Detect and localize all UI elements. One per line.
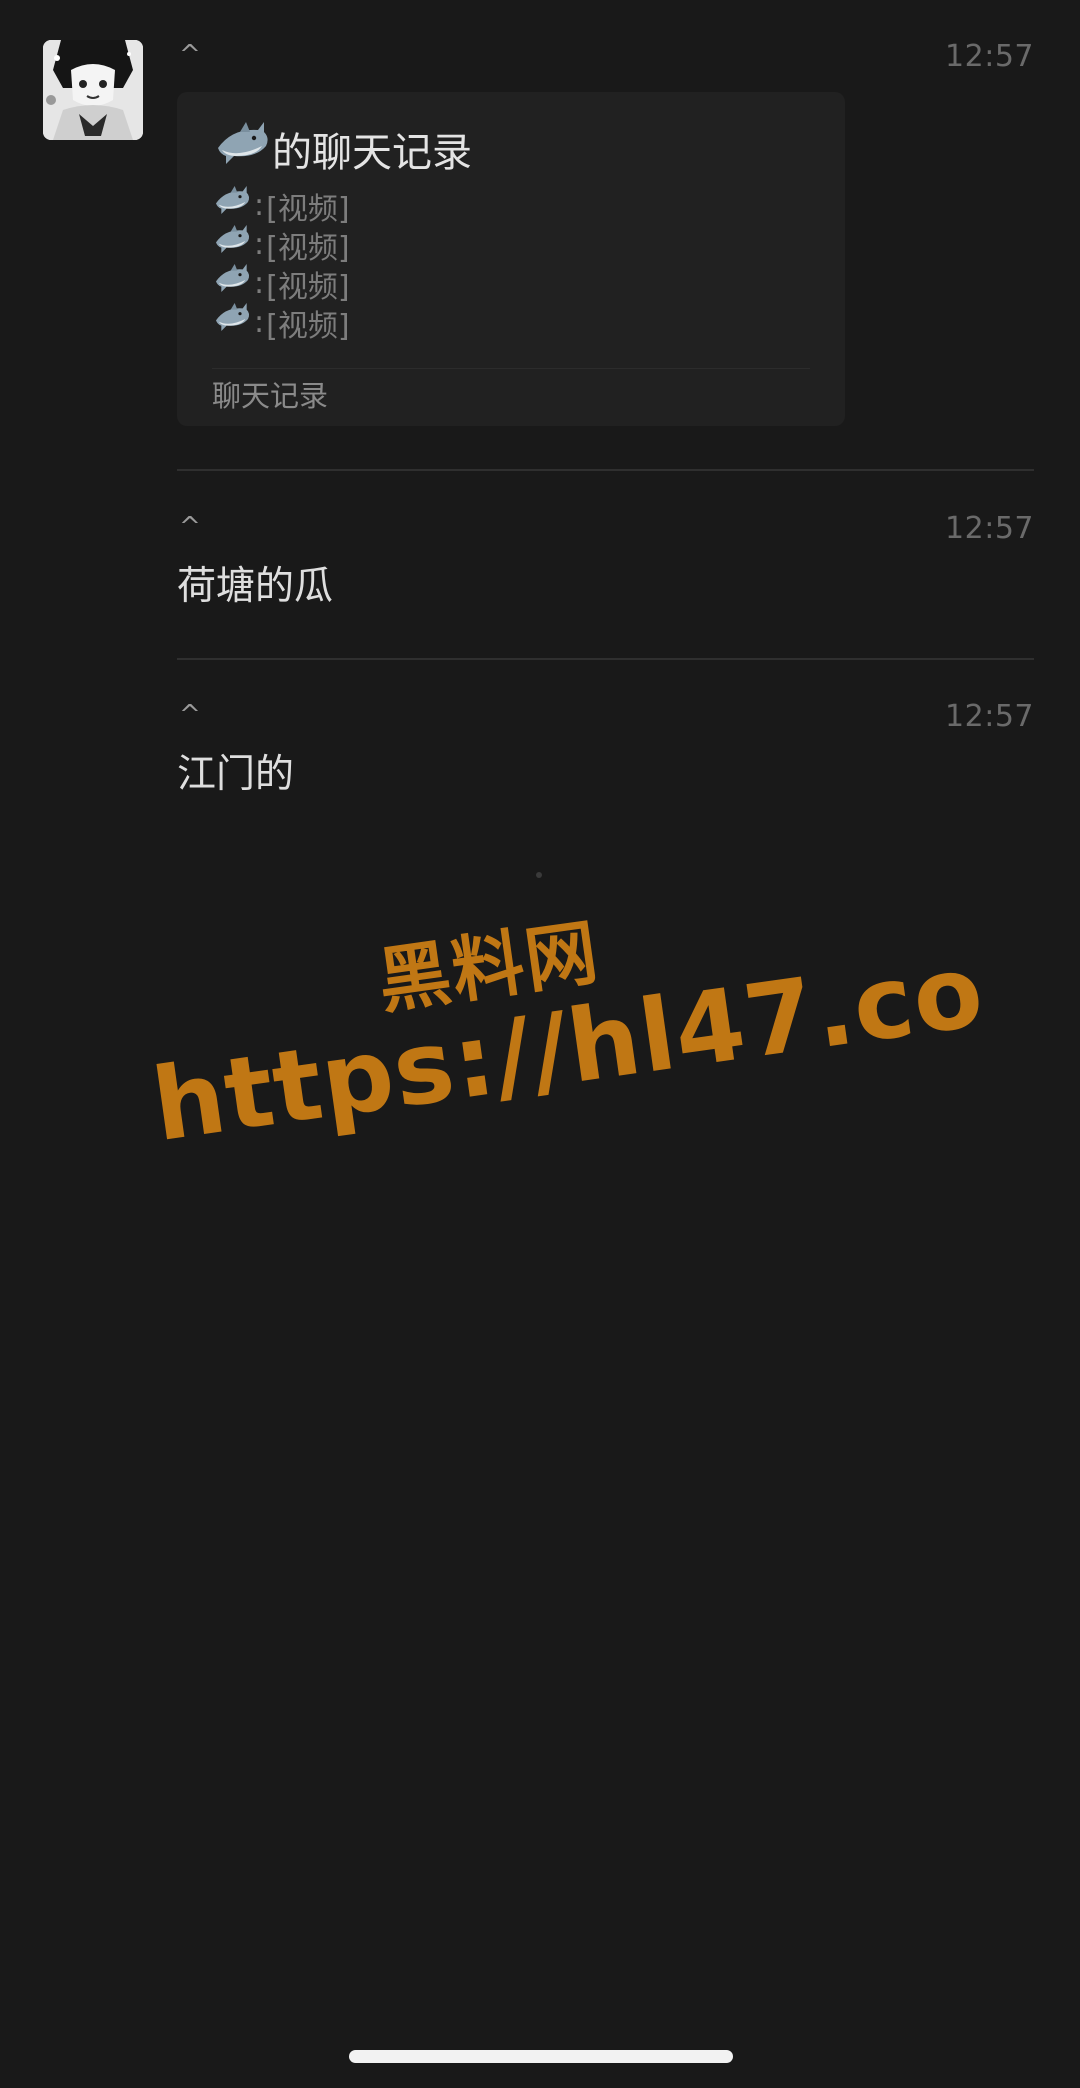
shark-icon <box>212 300 252 346</box>
message-divider <box>177 658 1034 660</box>
message-3[interactable]: ^ 12:57 江门的 <box>177 700 1034 810</box>
message-divider <box>177 469 1034 471</box>
preview-content: [视频] <box>266 308 350 344</box>
home-indicator[interactable] <box>349 2050 733 2063</box>
message-1-header: ^ 12:57 <box>177 40 1034 100</box>
separator: : <box>254 188 265 223</box>
sender-name: ^ <box>179 512 201 542</box>
card-preview-line: : [视频] <box>212 302 350 344</box>
message-time: 12:57 <box>945 39 1034 74</box>
watermark-title: 黑料网 <box>373 909 605 1024</box>
card-preview-line: : [视频] <box>212 185 350 227</box>
preview-content: [视频] <box>266 230 350 266</box>
separator: : <box>254 305 265 340</box>
separator: : <box>254 266 265 301</box>
preview-content: [视频] <box>266 191 350 227</box>
message-text: 荷塘的瓜 <box>177 564 334 609</box>
card-preview-line: : [视频] <box>212 224 350 266</box>
watermark-url: https://hl47.co <box>145 931 991 1165</box>
card-title: 的聊天记录 <box>212 118 472 187</box>
anime-avatar-icon <box>43 40 143 140</box>
message-time: 12:57 <box>945 699 1034 734</box>
sender-name: ^ <box>179 700 201 730</box>
message-2[interactable]: ^ 12:57 荷塘的瓜 <box>177 512 1034 622</box>
card-divider <box>212 368 810 369</box>
message-time: 12:57 <box>945 511 1034 546</box>
watermark: 黑料网 https://hl47.co <box>133 846 991 1254</box>
sender-name: ^ <box>179 40 201 70</box>
preview-content: [视频] <box>266 269 350 305</box>
card-preview-lines: : [视频] : [视频]: [视频]: [视频] <box>212 185 350 344</box>
chat-history-card[interactable]: 的聊天记录 : [视频]: [视频]: [视频]: [视频] 聊天记录 <box>177 92 845 426</box>
separator: : <box>254 227 265 262</box>
card-title-text: 的聊天记录 <box>272 129 472 176</box>
card-footer: 聊天记录 <box>212 379 329 413</box>
loading-dot <box>536 872 542 878</box>
message-text: 江门的 <box>177 752 295 797</box>
sender-avatar[interactable] <box>43 40 143 140</box>
card-preview-line: : [视频] <box>212 263 350 305</box>
shark-icon <box>212 118 272 187</box>
